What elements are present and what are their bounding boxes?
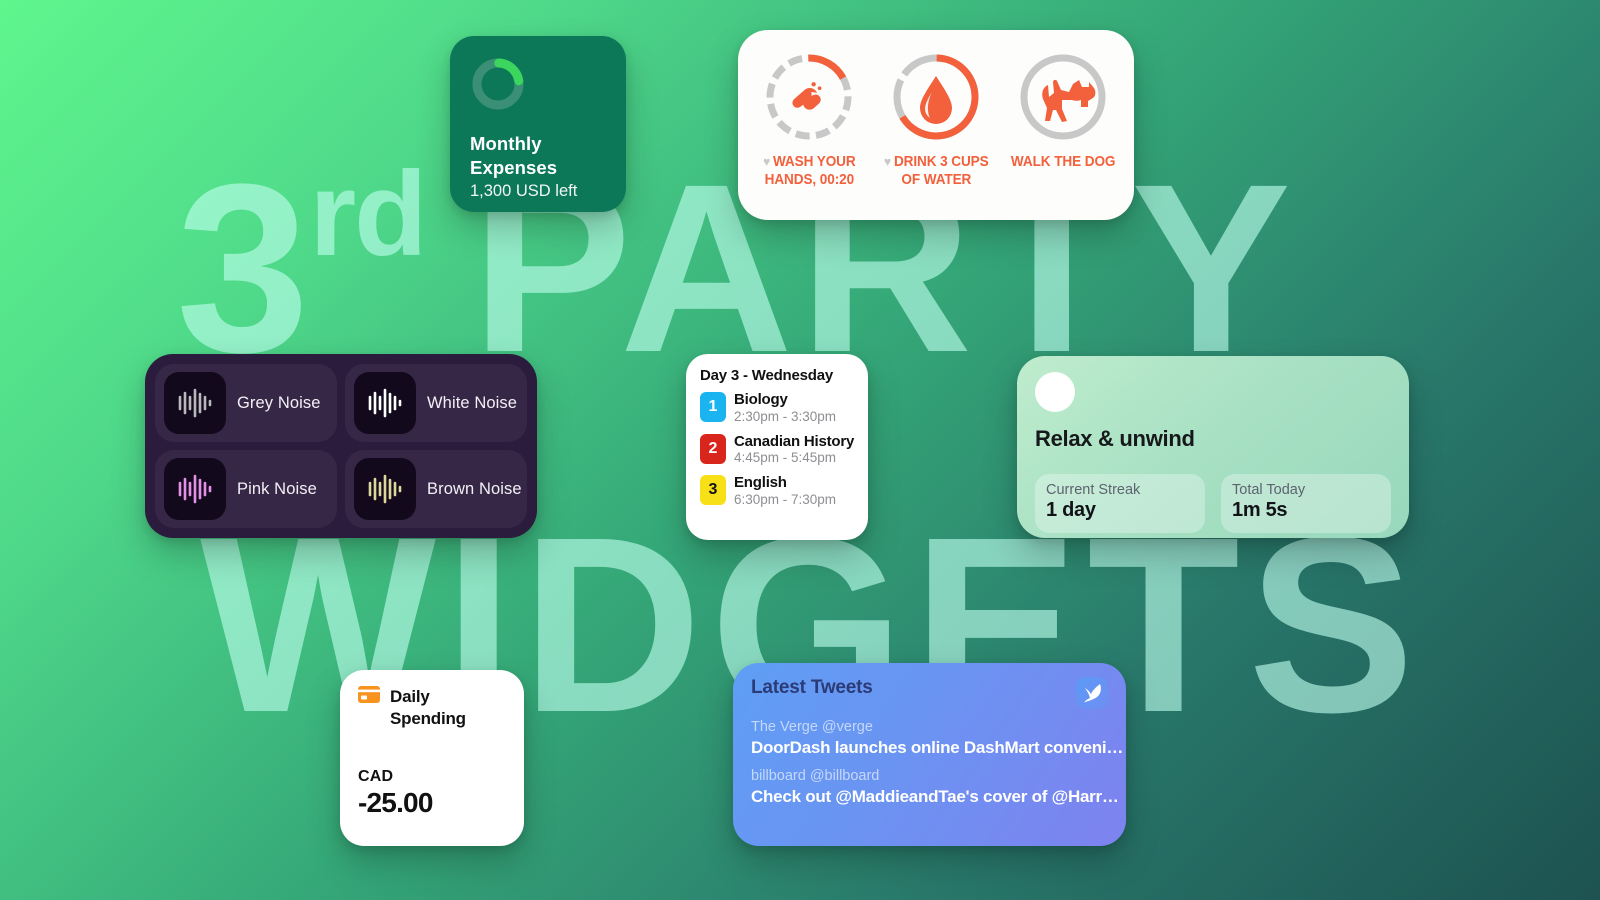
noise-item-pink[interactable]: Pink Noise — [155, 450, 337, 528]
schedule-row[interactable]: 1 Biology 2:30pm - 3:30pm — [700, 391, 868, 426]
habit-label-walk-dog: WALK THE DOG — [1010, 154, 1115, 170]
schedule-class-time: 2:30pm - 3:30pm — [734, 408, 837, 424]
heart-icon: ♥ — [883, 154, 891, 169]
washing-hands-icon — [762, 50, 856, 144]
expenses-title-line1: Monthly — [470, 133, 542, 154]
habit-tracker-widget[interactable]: ♥ WASH YOUR HANDS, 00:20 ♥ DRINK 3 CUPS OF… — [738, 30, 1134, 220]
tweet-text: Check out @MaddieandTae's cover of @Harr… — [751, 787, 1119, 806]
expenses-remaining: 1,300 USD left — [470, 182, 578, 200]
spending-amount: -25.00 — [358, 786, 433, 818]
expenses-progress-ring — [470, 56, 526, 112]
expenses-title: Monthly Expenses — [470, 132, 557, 181]
noise-item-white[interactable]: White Noise — [345, 364, 527, 442]
habit-label-drink-water: ♥ DRINK 3 CUPS OF WATER — [883, 154, 989, 188]
noise-item-brown[interactable]: Brown Noise — [345, 450, 527, 528]
widgets-showcase-canvas: 3rd PARTY WIDGETS Monthly Expenses 1,300 … — [0, 0, 1600, 900]
noise-label-grey: Grey Noise — [237, 393, 321, 412]
tweet-author: billboard @billboard — [751, 768, 880, 784]
schedule-period-badge: 2 — [700, 433, 726, 464]
tweet-item[interactable]: The Verge @verge DoorDash launches onlin… — [751, 719, 1124, 758]
noise-generator-widget[interactable]: Grey Noise White Noise Pink Noise Brown … — [145, 354, 537, 538]
background-headline-ordinal: rd — [309, 147, 427, 281]
monthly-expenses-widget[interactable]: Monthly Expenses 1,300 USD left — [450, 36, 626, 212]
stat-label: Total Today — [1232, 482, 1306, 498]
spending-title-line2: Spending — [390, 708, 466, 728]
habit-item-drink-water[interactable]: ♥ DRINK 3 CUPS OF WATER — [873, 50, 1000, 220]
stat-value: 1m 5s — [1232, 499, 1288, 521]
class-schedule-widget[interactable]: Day 3 - Wednesday 1 Biology 2:30pm - 3:3… — [686, 354, 868, 540]
schedule-title: Day 3 - Wednesday — [700, 367, 834, 384]
water-drop-icon — [889, 50, 983, 144]
waveform-icon — [354, 458, 416, 520]
spending-title-line1: Daily — [390, 687, 430, 706]
stat-value: 1 day — [1046, 499, 1096, 521]
schedule-class-time: 4:45pm - 5:45pm — [734, 450, 837, 466]
stat-current-streak: Current Streak 1 day — [1035, 474, 1205, 533]
schedule-period-badge: 3 — [700, 475, 726, 506]
relax-unwind-widget[interactable]: Relax & unwind Current Streak 1 day Tota… — [1017, 356, 1409, 538]
noise-label-pink: Pink Noise — [237, 479, 317, 498]
twitter-bird-icon — [1076, 677, 1108, 709]
relax-title: Relax & unwind — [1035, 426, 1195, 451]
schedule-row[interactable]: 3 English 6:30pm - 7:30pm — [700, 475, 868, 509]
schedule-period-badge: 1 — [700, 392, 726, 422]
waveform-icon — [354, 372, 416, 434]
habit-item-wash-hands[interactable]: ♥ WASH YOUR HANDS, 00:20 — [746, 50, 873, 220]
schedule-class-time: 6:30pm - 7:30pm — [734, 492, 837, 508]
tweets-title: Latest Tweets — [751, 677, 873, 698]
stat-total-today: Total Today 1m 5s — [1221, 474, 1391, 533]
tweet-text: DoorDash launches online DashMart conven… — [751, 738, 1124, 757]
expenses-title-line2: Expenses — [470, 157, 558, 179]
spending-title: Daily Spending — [390, 686, 466, 730]
habit-item-walk-dog[interactable]: WALK THE DOG — [999, 50, 1126, 220]
tweet-item[interactable]: billboard @billboard Check out @Maddiean… — [751, 768, 1119, 807]
latest-tweets-widget[interactable]: Latest Tweets The Verge @verge DoorDash … — [733, 663, 1126, 846]
avatar — [1035, 372, 1075, 412]
schedule-class-name: Biology — [734, 391, 788, 408]
daily-spending-widget[interactable]: Daily Spending CAD -25.00 — [340, 670, 524, 846]
habit-label-wash-hands: ♥ WASH YOUR HANDS, 00:20 — [763, 154, 856, 188]
credit-card-icon — [358, 686, 380, 708]
waveform-icon — [164, 458, 226, 520]
noise-item-grey[interactable]: Grey Noise — [155, 364, 337, 442]
heart-icon: ♥ — [763, 154, 771, 169]
schedule-row[interactable]: 2 Canadian History 4:45pm - 5:45pm — [700, 432, 868, 468]
schedule-class-name: Canadian History — [734, 432, 855, 450]
waveform-icon — [164, 372, 226, 434]
stat-label: Current Streak — [1046, 482, 1141, 498]
tweet-author: The Verge @verge — [751, 719, 873, 735]
spending-currency: CAD — [358, 767, 394, 785]
dog-icon — [1016, 50, 1110, 144]
noise-label-white: White Noise — [427, 393, 518, 412]
noise-label-brown: Brown Noise — [427, 479, 522, 498]
schedule-class-name: English — [734, 474, 787, 492]
